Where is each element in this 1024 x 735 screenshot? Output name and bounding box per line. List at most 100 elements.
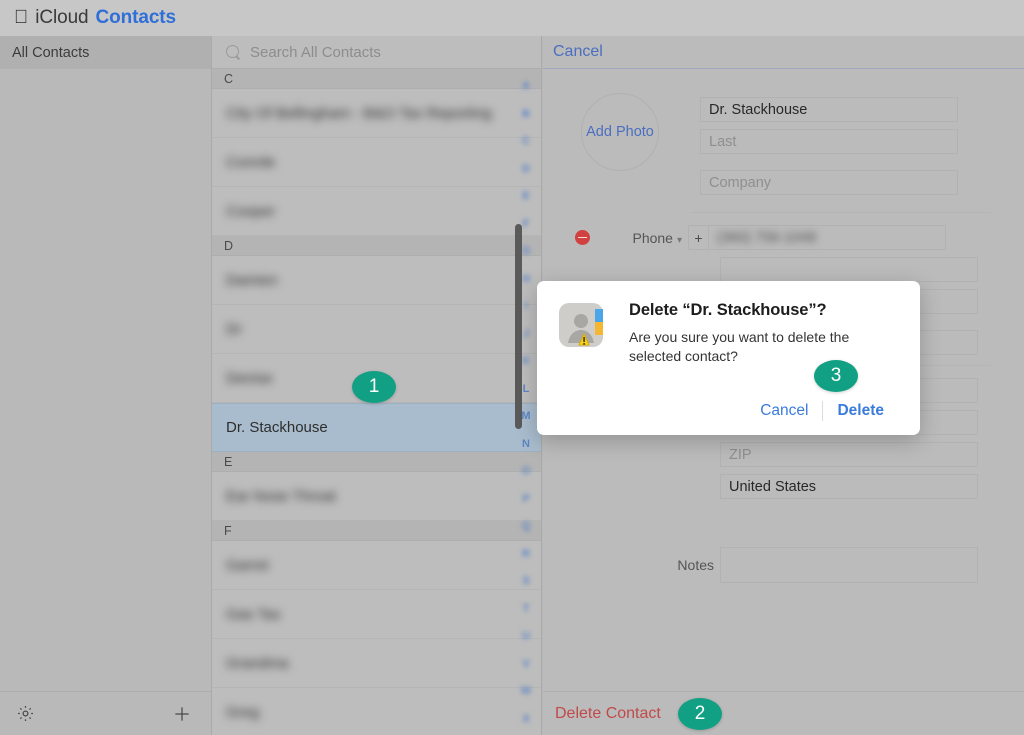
cancel-button[interactable]: Cancel bbox=[553, 43, 603, 61]
list-item[interactable]: Greg bbox=[212, 688, 541, 735]
alpha-index-letter[interactable]: A bbox=[522, 73, 530, 101]
search-icon bbox=[226, 44, 241, 60]
detail-toolbar: Cancel bbox=[543, 36, 1024, 69]
contact-name: Damien bbox=[226, 271, 278, 289]
list-item[interactable]: Grandma bbox=[212, 639, 541, 688]
delete-contact-button[interactable]: Delete Contact bbox=[555, 705, 661, 723]
callout-number: 3 bbox=[830, 365, 842, 386]
list-item[interactable]: Dr bbox=[212, 305, 541, 354]
search-input[interactable]: Search All Contacts bbox=[250, 44, 381, 61]
plus-icon[interactable] bbox=[169, 701, 195, 727]
list-section-header: D bbox=[212, 236, 541, 256]
alpha-index-letter[interactable]: M bbox=[521, 403, 530, 431]
callout-number: 2 bbox=[694, 703, 706, 724]
contact-name: Grandma bbox=[226, 654, 289, 672]
company-field[interactable]: Company bbox=[700, 170, 958, 195]
phone-country-prefix[interactable]: + bbox=[688, 225, 708, 250]
alpha-index-letter[interactable]: K bbox=[522, 348, 530, 376]
phone-value-field[interactable]: (360) 756-1048 bbox=[708, 225, 946, 250]
contact-name: Ear Nose Throat bbox=[226, 487, 336, 505]
alpha-index-letter[interactable]: B bbox=[522, 101, 530, 129]
list-section-header: F bbox=[212, 521, 541, 541]
alpha-index-letter[interactable]: N bbox=[522, 431, 530, 459]
gear-icon[interactable] bbox=[12, 701, 38, 727]
section-letter: D bbox=[224, 238, 234, 253]
alpha-index-letter[interactable]: X bbox=[522, 706, 529, 734]
alpha-index-letter[interactable]: V bbox=[522, 651, 529, 679]
list-item[interactable]: Cooper bbox=[212, 187, 541, 236]
dialog-title: Delete “Dr. Stackhouse”? bbox=[629, 301, 827, 319]
sidebar-item-all-contacts[interactable]: All Contacts bbox=[0, 36, 211, 69]
contacts-app-window:  iCloud Contacts All Contacts bbox=[0, 0, 1024, 735]
name-fields: Dr. Stackhouse Last Company bbox=[700, 93, 958, 202]
notes-label: Notes bbox=[600, 557, 720, 573]
title-bar:  iCloud Contacts bbox=[0, 0, 1024, 36]
alpha-index-letter[interactable]: D bbox=[522, 156, 530, 184]
alpha-index-letter[interactable]: F bbox=[523, 211, 530, 239]
contact-name: Gas Tax bbox=[226, 605, 281, 623]
alpha-index-letter[interactable]: W bbox=[521, 678, 531, 706]
chevron-down-icon: ▾ bbox=[676, 234, 682, 246]
list-item[interactable]: Gas Tax bbox=[212, 590, 541, 639]
alpha-index-letter[interactable]: P bbox=[522, 486, 529, 514]
callout-badge-1: 1 bbox=[352, 371, 396, 403]
sidebar-toolbar bbox=[0, 691, 211, 735]
callout-badge-3: 3 bbox=[814, 360, 858, 392]
alpha-index-letter[interactable]: O bbox=[522, 458, 531, 486]
list-item[interactable]: Damien bbox=[212, 256, 541, 305]
alpha-index-letter[interactable]: C bbox=[522, 128, 530, 156]
country-field[interactable]: United States bbox=[720, 474, 978, 499]
section-letter: C bbox=[224, 71, 234, 86]
email-label[interactable] bbox=[600, 262, 720, 278]
notes-label-text: Notes bbox=[677, 557, 714, 573]
sidebar: All Contacts bbox=[0, 36, 212, 735]
notes-row: Notes bbox=[543, 547, 1024, 583]
zip-field[interactable]: ZIP bbox=[720, 442, 978, 467]
alpha-index-letter[interactable]: G bbox=[522, 238, 531, 266]
contact-name: Garret bbox=[226, 556, 269, 574]
list-item[interactable]: City Of Bellingham - B&O Tax Reporting bbox=[212, 89, 541, 138]
brand-app-label[interactable]: Contacts bbox=[96, 7, 177, 29]
email-value-field[interactable] bbox=[720, 257, 978, 282]
alpha-index-letter[interactable]: H bbox=[522, 266, 530, 294]
last-name-field[interactable]: Last bbox=[700, 129, 958, 154]
list-scrollbar-thumb[interactable] bbox=[515, 224, 522, 429]
alpha-index-letter[interactable]: Q bbox=[522, 513, 531, 541]
list-item[interactable]: Conrde bbox=[212, 138, 541, 187]
dialog-cancel-button[interactable]: Cancel bbox=[746, 402, 822, 420]
contact-name: Conrde bbox=[226, 153, 276, 171]
alpha-index-letter[interactable]: J bbox=[523, 321, 529, 349]
notes-field[interactable] bbox=[720, 547, 978, 583]
list-item[interactable]: Ear Nose Throat bbox=[212, 472, 541, 521]
search-bar[interactable]: Search All Contacts bbox=[212, 36, 541, 69]
contact-name: Dr. Stackhouse bbox=[226, 419, 328, 436]
alpha-index-letter[interactable]: I bbox=[524, 293, 527, 321]
email-row bbox=[543, 257, 1024, 282]
dialog-delete-button[interactable]: Delete bbox=[823, 402, 898, 420]
alpha-index-letter[interactable]: R bbox=[522, 541, 530, 569]
alpha-index-letter[interactable]: U bbox=[522, 623, 530, 651]
alpha-index-letter[interactable]: S bbox=[522, 568, 529, 596]
alpha-index-letter[interactable]: T bbox=[523, 596, 530, 624]
callout-badge-2: 2 bbox=[678, 698, 722, 730]
contact-name: City Of Bellingham - B&O Tax Reporting bbox=[226, 104, 492, 122]
list-section-header: E bbox=[212, 452, 541, 472]
contact-name: Denise bbox=[226, 369, 273, 387]
delete-confirmation-dialog: Delete “Dr. Stackhouse”? Are you sure yo… bbox=[537, 281, 920, 435]
alpha-index-letter[interactable]: E bbox=[522, 183, 529, 211]
home-country-row: United States bbox=[543, 474, 1024, 499]
phone-row: Phone ▾ + (360) 756-1048 bbox=[543, 225, 1024, 250]
first-name-field[interactable]: Dr. Stackhouse bbox=[700, 97, 958, 122]
section-letter: F bbox=[224, 523, 232, 538]
alpha-index-letter[interactable]: L bbox=[523, 376, 530, 404]
photo-and-name-section: Add Photo Dr. Stackhouse Last Company bbox=[543, 69, 1024, 202]
list-item-selected-dr-stackhouse[interactable]: Dr. Stackhouse bbox=[212, 403, 541, 452]
phone-label-text: Phone bbox=[632, 229, 673, 246]
phone-label[interactable]: Phone ▾ bbox=[600, 230, 688, 246]
contact-card-warning-icon bbox=[557, 301, 621, 435]
list-section-header: C bbox=[212, 69, 541, 89]
minus-circle-icon[interactable] bbox=[575, 230, 590, 245]
list-item[interactable]: Garret bbox=[212, 541, 541, 590]
add-photo-button[interactable]: Add Photo bbox=[581, 93, 659, 171]
